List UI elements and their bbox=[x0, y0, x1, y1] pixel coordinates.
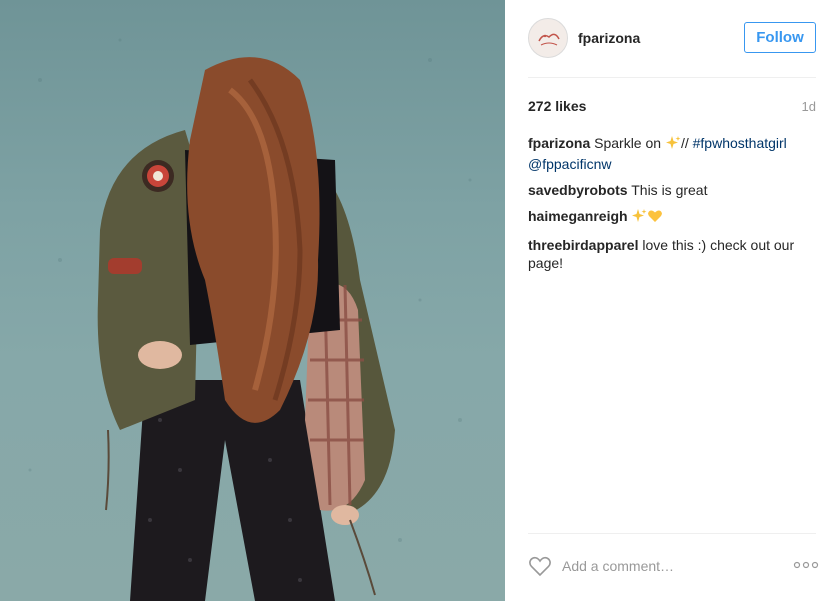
post-header: fparizona Follow bbox=[505, 0, 839, 78]
caption-text: Sparkle on bbox=[594, 135, 665, 151]
post-photo[interactable] bbox=[0, 0, 505, 601]
post-sidebar: fparizona Follow 272 likes 1d fparizona … bbox=[505, 0, 839, 601]
add-comment-input[interactable] bbox=[562, 554, 780, 578]
comment-divider bbox=[528, 533, 816, 534]
post-age[interactable]: 1d bbox=[802, 99, 816, 114]
comment-list: fparizona Sparkle on // #fpwhosthatgirl … bbox=[528, 134, 818, 280]
fp-logo-avatar[interactable] bbox=[528, 18, 568, 58]
mention-link[interactable]: @fppacificnw bbox=[528, 156, 611, 172]
caption: fparizona Sparkle on // #fpwhosthatgirl … bbox=[528, 134, 818, 173]
header-divider bbox=[528, 77, 816, 78]
comment-author-link[interactable]: haimeganreigh bbox=[528, 208, 628, 224]
list-item: threebirdapparel love this :) check out … bbox=[528, 236, 818, 272]
comment-text: This is great bbox=[631, 182, 708, 198]
yellow-heart-emoji bbox=[647, 208, 663, 228]
comment-bar bbox=[528, 552, 819, 582]
comment-author-link[interactable]: savedbyrobots bbox=[528, 182, 628, 198]
post-username-link[interactable]: fparizona bbox=[578, 30, 640, 46]
likes-count[interactable]: 272 likes bbox=[528, 98, 586, 114]
follow-button[interactable]: Follow bbox=[744, 22, 816, 53]
more-options-icon[interactable] bbox=[793, 558, 819, 572]
comment-author-link[interactable]: threebirdapparel bbox=[528, 237, 638, 253]
list-item: haimeganreigh bbox=[528, 207, 818, 228]
sparkles-emoji bbox=[665, 135, 681, 155]
photo-illustration bbox=[28, 38, 472, 601]
avatar-logo-icon bbox=[538, 33, 560, 46]
list-item: savedbyrobots This is great bbox=[528, 181, 818, 199]
sparkles-emoji bbox=[631, 208, 647, 228]
likes-row: 272 likes 1d bbox=[528, 98, 816, 116]
hashtag-link[interactable]: #fpwhosthatgirl bbox=[693, 135, 787, 151]
heart-outline-icon[interactable] bbox=[528, 555, 552, 577]
caption-text-after: // bbox=[680, 135, 693, 151]
caption-author-link[interactable]: fparizona bbox=[528, 135, 590, 151]
